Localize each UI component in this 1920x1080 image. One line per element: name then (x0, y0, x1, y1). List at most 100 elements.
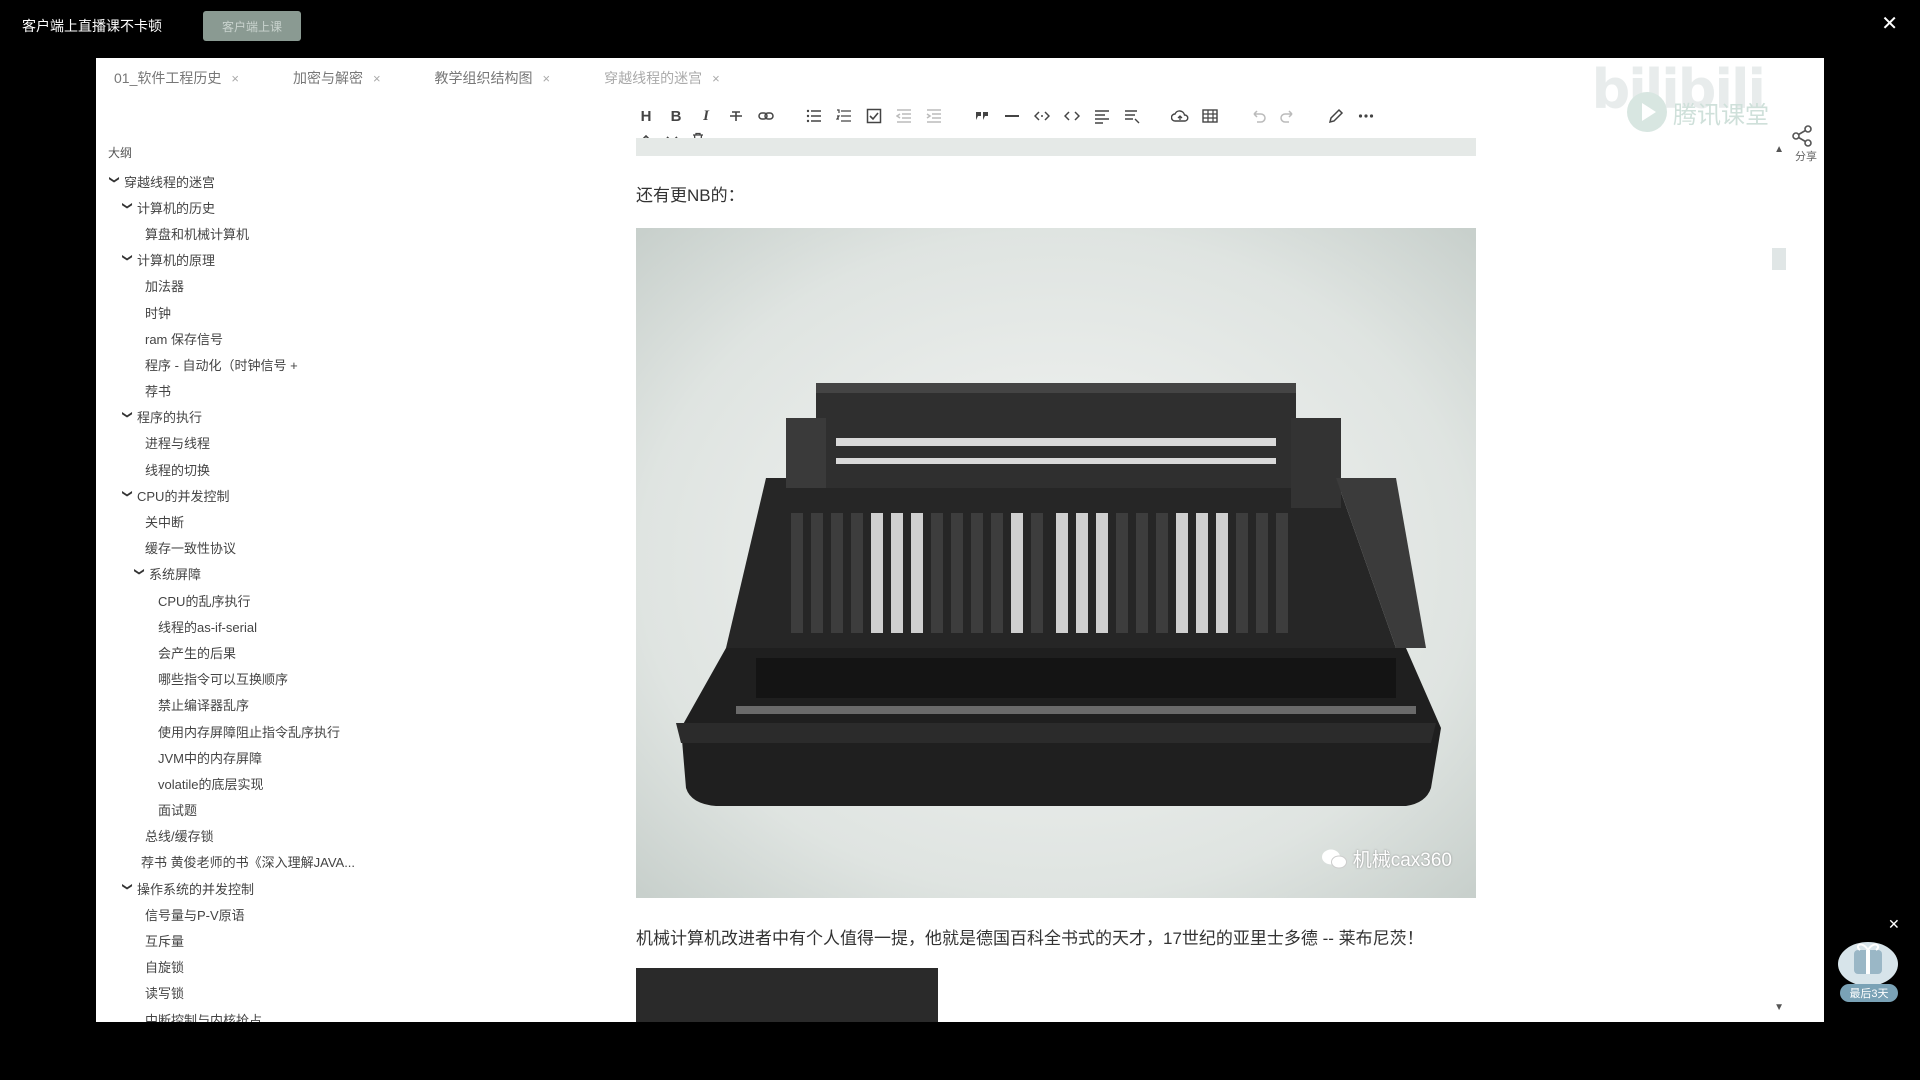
chevron-down-icon[interactable]: ❯ (109, 175, 120, 187)
paragraph[interactable]: 机械计算机改进者中有个人值得一提，他就是德国百科全书式的天才，17世纪的亚里士多… (636, 924, 1424, 949)
outline-item[interactable]: 算盘和机械计算机 (96, 220, 516, 246)
chevron-down-icon[interactable]: ❯ (134, 568, 145, 580)
outline-item[interactable]: 互斥量 (96, 927, 516, 953)
outline-item[interactable]: 加法器 (96, 273, 516, 299)
bullet-list-icon[interactable] (804, 106, 824, 126)
outline-item[interactable]: CPU的乱序执行 (96, 587, 516, 613)
outline-item[interactable]: ❯ 穿越线程的迷宫 (96, 168, 516, 194)
outline-item[interactable]: ❯ 计算机的原理 (96, 247, 516, 273)
tab-close-icon[interactable]: × (231, 71, 239, 86)
divider-icon[interactable] (1002, 106, 1022, 126)
cloud-upload-icon[interactable] (1170, 106, 1190, 126)
outdent-icon[interactable] (894, 106, 914, 126)
bold-icon[interactable]: B (666, 106, 686, 126)
outline-item[interactable]: 关中断 (96, 508, 516, 534)
portrait-image[interactable] (636, 968, 938, 1022)
scroll-up-icon[interactable]: ▲ (1774, 144, 1784, 155)
outline-item[interactable]: 荐书 (96, 378, 516, 404)
outline-item[interactable]: 线程的切换 (96, 456, 516, 482)
table-icon[interactable] (1200, 106, 1220, 126)
outline-item[interactable]: 总线/缓存锁 (96, 823, 516, 849)
outline-item[interactable]: 自旋锁 (96, 954, 516, 980)
outline-item-label: 线程的切换 (145, 462, 211, 478)
outline-item-label: 缓存一致性协议 (145, 541, 237, 557)
share-button[interactable]: 分享 (1790, 124, 1822, 164)
outline-item[interactable]: 荐书 黄俊老师的书《深入理解JAVA... (96, 849, 516, 875)
outline-item[interactable]: 禁止编译器乱序 (96, 692, 516, 718)
outline-item[interactable]: 缓存一致性协议 (96, 535, 516, 561)
tab-label: 01_软件工程历史 (114, 70, 222, 86)
outline-item[interactable]: ram 保存信号 (96, 325, 516, 351)
code-block-icon[interactable] (1062, 106, 1082, 126)
outline-item[interactable]: 面试题 (96, 797, 516, 823)
outline-item[interactable]: ❯ CPU的并发控制 (96, 482, 516, 508)
chevron-down-icon[interactable]: ❯ (122, 201, 133, 213)
outline-item[interactable]: ❯ 计算机的历史 (96, 194, 516, 220)
outline-item[interactable]: volatile的底层实现 (96, 770, 516, 796)
outline-item[interactable]: 程序 - 自动化（时钟信号 + (96, 351, 516, 377)
insert-after-icon[interactable] (1122, 106, 1142, 126)
outline-item[interactable]: 会产生的后果 (96, 639, 516, 665)
promo-widget[interactable]: 最后3天 (1832, 930, 1904, 1006)
more-icon[interactable] (1356, 106, 1376, 126)
tab-close-icon[interactable]: × (712, 71, 720, 86)
insert-before-icon[interactable] (1092, 106, 1112, 126)
inline-code-icon[interactable] (1032, 106, 1052, 126)
scrollbar-thumb[interactable] (1772, 248, 1786, 270)
tab-software-history[interactable]: 01_软件工程历史 × (114, 68, 239, 88)
outline-item-label: 总线/缓存锁 (145, 829, 214, 845)
tab-thread-maze[interactable]: 穿越线程的迷宫 × (604, 68, 720, 88)
outline-item-label: 自旋锁 (145, 960, 185, 976)
paragraph[interactable]: 还有更NB的： (636, 181, 745, 206)
outline-item[interactable]: ❯ 系统屏障 (96, 561, 516, 587)
scroll-down-icon[interactable]: ▼ (1774, 1002, 1784, 1013)
chevron-down-icon[interactable]: ❯ (122, 411, 133, 423)
tab-close-icon[interactable]: × (373, 71, 381, 86)
outline-tree: ❯ 穿越线程的迷宫 ❯ 计算机的历史 算盘和机械计算机 ❯ 计算机的原理 加法器 时钟… (96, 168, 516, 1022)
outline-item[interactable]: 进程与线程 (96, 430, 516, 456)
edit-pencil-icon[interactable] (1326, 106, 1346, 126)
undo-icon[interactable] (1248, 106, 1268, 126)
chevron-down-icon[interactable]: ❯ (122, 882, 133, 894)
top-bar: 客户端上直播课不卡顿 客户端上课 ✕ (0, 0, 1920, 58)
outline-item[interactable]: 信号量与P-V原语 (96, 901, 516, 927)
close-icon[interactable]: ✕ (1881, 14, 1898, 34)
outline-item-label: JVM中的内存屏障 (158, 750, 263, 766)
image-watermark: 机械cax360 (1321, 845, 1452, 872)
live-class-title: 客户端上直播课不卡顿 (22, 18, 162, 34)
outline-item[interactable]: 中断控制与内核抢占 (96, 1006, 516, 1022)
tab-close-icon[interactable]: × (543, 71, 551, 86)
outline-item-label: CPU的并发控制 (137, 488, 230, 504)
outline-item-label: 线程的as-if-serial (158, 619, 257, 635)
ordered-list-icon[interactable] (834, 106, 854, 126)
outline-item[interactable]: 线程的as-if-serial (96, 613, 516, 639)
redo-icon[interactable] (1278, 106, 1298, 126)
chevron-down-icon[interactable]: ❯ (122, 489, 133, 501)
tengxun-watermark: 腾讯课堂 (1627, 92, 1769, 132)
outline-item[interactable]: ❯ 程序的执行 (96, 404, 516, 430)
tab-org-chart[interactable]: 教学组织结构图 × (435, 68, 551, 88)
editor-window: 01_软件工程历史 × 加密与解密 × 教学组织结构图 × 穿越线程的迷宫 × … (96, 58, 1824, 1022)
link-icon[interactable] (756, 106, 776, 126)
checkbox-icon[interactable] (864, 106, 884, 126)
client-class-button[interactable]: 客户端上课 (203, 11, 301, 41)
outline-item[interactable]: 哪些指令可以互换顺序 (96, 666, 516, 692)
tab-encryption[interactable]: 加密与解密 × (293, 68, 381, 88)
quote-icon[interactable] (972, 106, 992, 126)
play-logo-icon (1627, 92, 1667, 132)
italic-icon[interactable]: I (696, 106, 716, 126)
strikethrough-icon[interactable] (726, 106, 746, 126)
outline-item[interactable]: JVM中的内存屏障 (96, 744, 516, 770)
outline-item[interactable]: 读写锁 (96, 980, 516, 1006)
heading-icon[interactable]: H (636, 106, 656, 126)
tab-label: 教学组织结构图 (434, 70, 533, 86)
outline-item[interactable]: 时钟 (96, 299, 516, 325)
indent-icon[interactable] (924, 106, 944, 126)
image-watermark-label: 机械cax360 (1352, 850, 1452, 871)
mechanical-calculator-image[interactable]: 机械cax360 (636, 228, 1476, 898)
tengxun-label: 腾讯课堂 (1673, 101, 1769, 129)
outline-item[interactable]: 使用内存屏障阻止指令乱序执行 (96, 718, 516, 744)
document-content: 还有更NB的： 机械cax360 机械计算机改进者中有个人值得一提，他就是德国百… (636, 138, 1476, 1022)
chevron-down-icon[interactable]: ❯ (122, 254, 133, 266)
outline-item[interactable]: ❯ 操作系统的并发控制 (96, 875, 516, 901)
